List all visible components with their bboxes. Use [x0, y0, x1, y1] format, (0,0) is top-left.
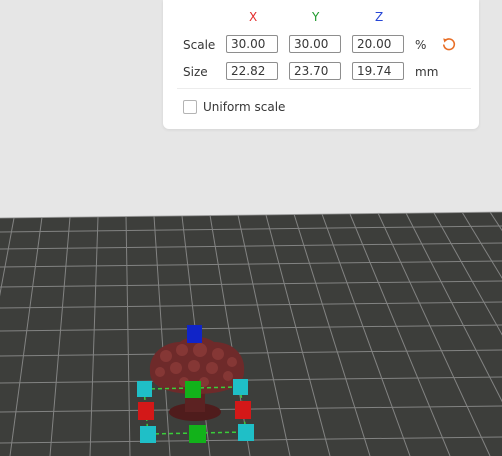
size-row-label: Size — [183, 65, 208, 79]
size-unit: mm — [415, 65, 439, 79]
scale-z-input[interactable] — [352, 35, 404, 53]
reset-rotate-icon[interactable] — [441, 36, 457, 52]
z-scale-handle[interactable] — [187, 325, 202, 343]
size-y-input[interactable] — [289, 62, 341, 80]
scale-x-input[interactable] — [226, 35, 278, 53]
scale-y-input[interactable] — [289, 35, 341, 53]
size-z-input[interactable] — [352, 62, 404, 80]
uniform-scale-checkbox[interactable] — [183, 100, 197, 114]
corner-handle-front-left[interactable] — [140, 426, 156, 443]
scale-panel: X Y Z Scale % Size mm Uniform scale — [163, 0, 479, 129]
corner-handle-front-right[interactable] — [238, 424, 254, 441]
corner-handle-back-right[interactable] — [233, 379, 248, 395]
axis-z-header: Z — [375, 10, 384, 24]
axis-x-header: X — [249, 10, 258, 24]
axis-y-header: Y — [312, 10, 320, 24]
scale-row-label: Scale — [183, 38, 216, 52]
panel-divider — [177, 88, 471, 89]
size-x-input[interactable] — [226, 62, 278, 80]
y-scale-handle-front[interactable] — [189, 425, 206, 443]
x-scale-handle-left[interactable] — [138, 402, 154, 420]
corner-handle-back-left[interactable] — [137, 381, 152, 397]
uniform-scale-label[interactable]: Uniform scale — [203, 100, 285, 114]
y-scale-handle-back[interactable] — [185, 381, 201, 398]
scale-unit: % — [415, 38, 427, 52]
x-scale-handle-right[interactable] — [235, 401, 251, 419]
